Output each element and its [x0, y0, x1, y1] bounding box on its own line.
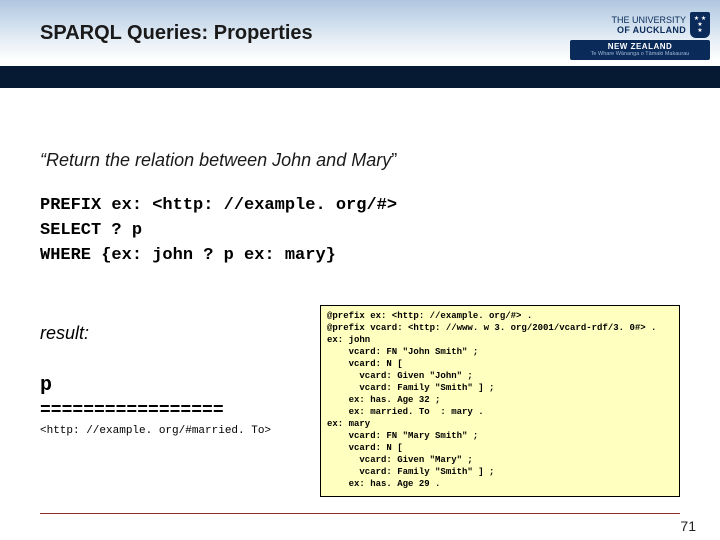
result-column: result: p ================= <http: //exa…	[40, 305, 300, 497]
slide: SPARQL Queries: Properties THE UNIVERSIT…	[0, 0, 720, 540]
header-dark-rule	[0, 66, 720, 88]
logo-maori: Te Whare Wānanga o Tāmaki Makaurau	[591, 51, 690, 58]
footer-rule	[40, 513, 680, 514]
page-number: 71	[680, 518, 696, 534]
result-row: <http: //example. org/#married. To>	[40, 425, 300, 437]
body: “Return the relation between John and Ma…	[40, 150, 680, 268]
close-quote: ”	[391, 150, 397, 170]
quote-text: Return the relation between John and Mar…	[46, 150, 391, 170]
lower-columns: result: p ================= <http: //exa…	[40, 305, 680, 497]
logo-line1: THE UNIVERSITY	[611, 15, 686, 25]
logo-nz: NEW ZEALAND	[608, 42, 673, 51]
logo-badge: NEW ZEALAND Te Whare Wānanga o Tāmaki Ma…	[570, 40, 710, 60]
query-line-2: SELECT ? p	[40, 218, 680, 243]
logo-top-row: THE UNIVERSITY OF AUCKLAND ★ ★★★	[570, 12, 710, 38]
rdf-data-box: @prefix ex: <http: //example. org/#> . @…	[320, 305, 680, 497]
query-line-1: PREFIX ex: <http: //example. org/#>	[40, 193, 680, 218]
query-line-3: WHERE {ex: john ? p ex: mary}	[40, 243, 680, 268]
crest-icon: ★ ★★★	[690, 12, 710, 38]
sparql-query: PREFIX ex: <http: //example. org/#> SELE…	[40, 193, 680, 268]
query-description: “Return the relation between John and Ma…	[40, 150, 680, 171]
result-label: result:	[40, 323, 300, 344]
slide-title: SPARQL Queries: Properties	[40, 22, 313, 45]
result-divider: =================	[40, 401, 300, 421]
logo-wordmark: THE UNIVERSITY OF AUCKLAND	[611, 15, 686, 35]
university-logo: THE UNIVERSITY OF AUCKLAND ★ ★★★ NEW ZEA…	[570, 12, 710, 60]
logo-line2: OF AUCKLAND	[611, 25, 686, 35]
result-column-header: p	[40, 374, 300, 397]
